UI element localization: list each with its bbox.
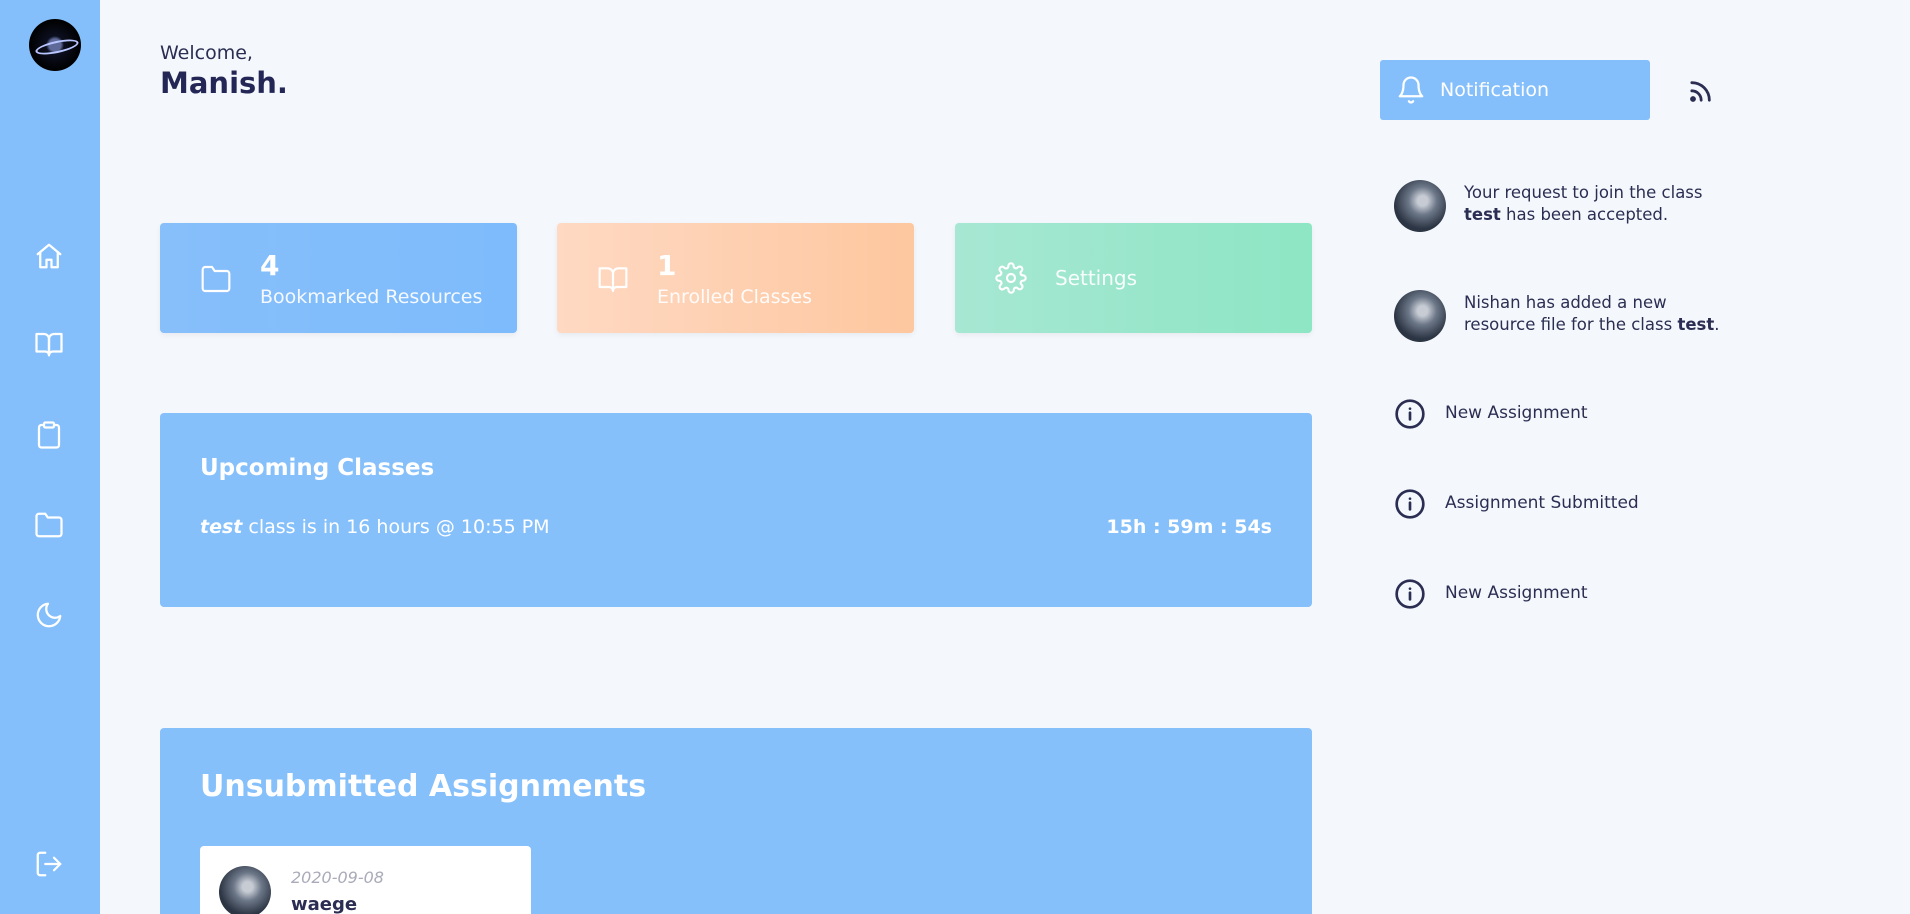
home-icon[interactable] [31, 238, 67, 274]
notification-text: Your request to join the class test has … [1464, 183, 1703, 224]
upcoming-class-name: test [200, 516, 243, 538]
notification-item[interactable]: Nishan has added a new resource file for… [1394, 290, 1734, 350]
gear-icon [995, 262, 1027, 294]
upcoming-classes-panel: Upcoming Classes test class is in 16 hou… [160, 413, 1312, 607]
rss-icon[interactable] [1686, 78, 1714, 106]
folder-icon [201, 265, 231, 293]
settings-card[interactable]: Settings [955, 223, 1312, 333]
notification-item[interactable]: Your request to join the class test has … [1394, 180, 1734, 240]
info-icon [1394, 578, 1426, 610]
avatar [1394, 180, 1446, 232]
user-name: Manish. [160, 66, 288, 100]
bookmarked-count: 4 [260, 249, 280, 282]
clipboard-icon[interactable] [31, 417, 67, 453]
notification-label: Notification [1440, 79, 1550, 101]
enrolled-count: 1 [657, 249, 677, 282]
class-countdown: 15h : 59m : 54s [1106, 516, 1272, 538]
assignment-name: waege [291, 894, 358, 914]
notification-text: Nishan has added a new resource file for… [1464, 293, 1720, 334]
unsubmitted-assignments-title: Unsubmitted Assignments [200, 769, 647, 804]
book-open-icon [598, 267, 628, 293]
bookmarked-resources-card[interactable]: 4 Bookmarked Resources [160, 223, 517, 333]
assignment-card[interactable]: 2020-09-08 waege [200, 846, 531, 914]
app-logo[interactable] [29, 19, 81, 71]
notification-text: New Assignment [1445, 583, 1588, 603]
assignment-date: 2020-09-08 [291, 868, 384, 887]
notification-button[interactable]: Notification [1380, 60, 1650, 120]
avatar [1394, 290, 1446, 342]
welcome-text: Welcome, [160, 42, 253, 64]
sidebar [0, 0, 100, 914]
enrolled-label: Enrolled Classes [657, 286, 812, 308]
logout-icon[interactable] [31, 846, 67, 882]
notification-text: Assignment Submitted [1445, 493, 1639, 513]
enrolled-classes-card[interactable]: 1 Enrolled Classes [557, 223, 914, 333]
info-icon [1394, 398, 1426, 430]
unsubmitted-assignments-panel: Unsubmitted Assignments 2020-09-08 waege [160, 728, 1312, 914]
folder-icon[interactable] [31, 507, 67, 543]
bookmarked-label: Bookmarked Resources [260, 286, 483, 308]
notification-text: New Assignment [1445, 403, 1588, 423]
notification-item[interactable]: New Assignment [1394, 578, 1734, 612]
notification-item[interactable]: Assignment Submitted [1394, 488, 1734, 522]
moon-icon[interactable] [31, 597, 67, 633]
upcoming-classes-title: Upcoming Classes [200, 455, 435, 481]
info-icon [1394, 488, 1426, 520]
upcoming-class-time: class is in 16 hours @ 10:55 PM [242, 516, 550, 538]
upcoming-class-info: test class is in 16 hours @ 10:55 PM [200, 516, 550, 538]
notification-item[interactable]: New Assignment [1394, 398, 1734, 432]
book-open-icon[interactable] [31, 326, 67, 362]
avatar [219, 866, 271, 914]
bell-icon [1398, 76, 1424, 104]
settings-label: Settings [1055, 266, 1138, 290]
